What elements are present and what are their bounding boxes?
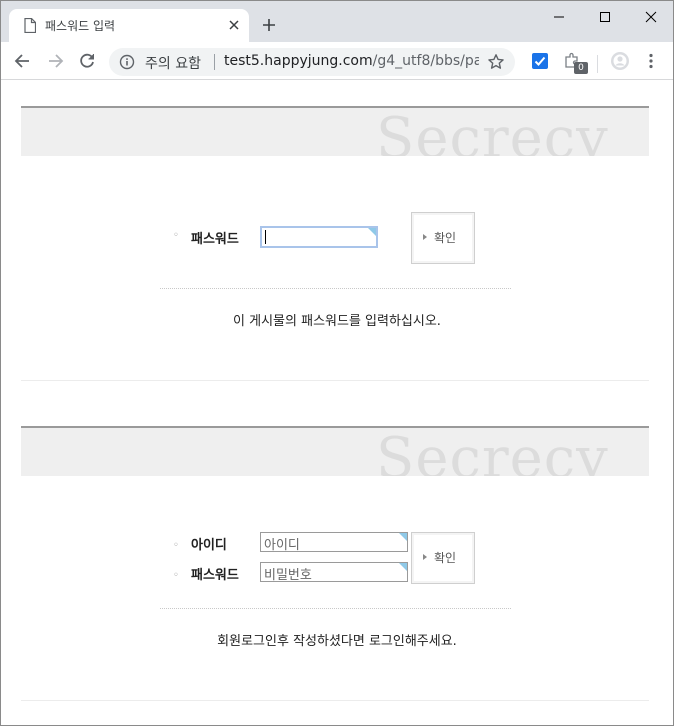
minimize-icon[interactable] [547,7,571,27]
url-host: test5.happyjung.com [224,53,373,69]
browser-window: 패스워드 입력 주의 요함 test5.happyjung.com/g4_utf… [0,0,674,726]
login-confirm-button[interactable]: 확인 [411,532,475,584]
document-icon [24,18,36,33]
profile-avatar-icon[interactable] [610,51,630,71]
url-path: /g4_utf8/bbs/pas... [372,53,479,69]
field-corner-marker [399,563,407,571]
bullet-icon: ◦ [173,230,179,241]
forward-arrow-icon[interactable] [45,51,65,71]
bullet-icon: ◦ [173,570,179,581]
text-caret [265,230,266,244]
login-password-input[interactable]: 비밀번호 [260,562,408,583]
password-input[interactable] [260,226,378,248]
security-warning: 주의 요함 [145,56,201,72]
toolbar-divider [597,55,598,73]
browser-toolbar: 주의 요함 test5.happyjung.com/g4_utf8/bbs/pa… [1,42,673,80]
tab-strip: 패스워드 입력 [1,1,673,42]
bookmark-star-icon[interactable] [487,53,505,71]
field-corner-marker [368,228,376,236]
id-label: 아이디 [191,538,227,553]
login-message: 회원로그인후 작성하셨다면 로그인해주세요. [217,634,457,649]
extension-badge: 0 [574,62,588,74]
dotted-divider [160,288,511,289]
login-password-label: 패스워드 [191,568,239,583]
password-message: 이 게시물의 패스워드를 입력하십시오. [233,314,441,329]
new-tab-plus-icon[interactable] [259,15,279,35]
omnibox-divider [214,54,215,70]
close-tab-icon[interactable] [227,18,241,32]
url-text[interactable]: test5.happyjung.com/g4_utf8/bbs/pas... [224,53,479,69]
section-divider-login [21,700,649,701]
login-password-placeholder: 비밀번호 [264,568,312,583]
dotted-divider-login [160,608,511,609]
banner-watermark-login: Secrecy [376,426,609,476]
reload-icon[interactable] [77,51,97,71]
login-confirm-button-label: 확인 [434,551,457,565]
confirm-button[interactable]: 확인 [411,212,475,264]
address-bar[interactable]: 주의 요함 test5.happyjung.com/g4_utf8/bbs/pa… [109,48,515,76]
secrecy-banner: Secrecy [21,106,649,156]
tab-title: 패스워드 입력 [45,19,116,33]
back-arrow-icon[interactable] [13,51,33,71]
triangle-arrow-icon [423,554,427,560]
maximize-icon[interactable] [593,7,617,27]
field-corner-marker [399,533,407,541]
close-window-icon[interactable] [639,7,663,27]
section-divider [21,380,649,381]
checkmark-extension-icon[interactable] [531,52,549,70]
banner-watermark: Secrecy [376,106,609,156]
tab-password-input[interactable]: 패스워드 입력 [9,9,249,42]
password-label: 패스워드 [191,232,239,247]
secrecy-banner-login: Secrecy [21,426,649,476]
confirm-button-label: 확인 [434,231,457,245]
info-icon[interactable] [119,54,135,70]
triangle-arrow-icon [423,234,427,240]
id-input[interactable]: 아이디 [260,532,408,553]
id-input-placeholder: 아이디 [264,538,300,553]
page-content: Secrecy ◦ 패스워드 확인 이 게시물의 패스워드를 입력하십시오. S… [1,81,673,725]
bullet-icon: ◦ [173,540,179,551]
menu-kebab-icon[interactable] [642,52,660,70]
